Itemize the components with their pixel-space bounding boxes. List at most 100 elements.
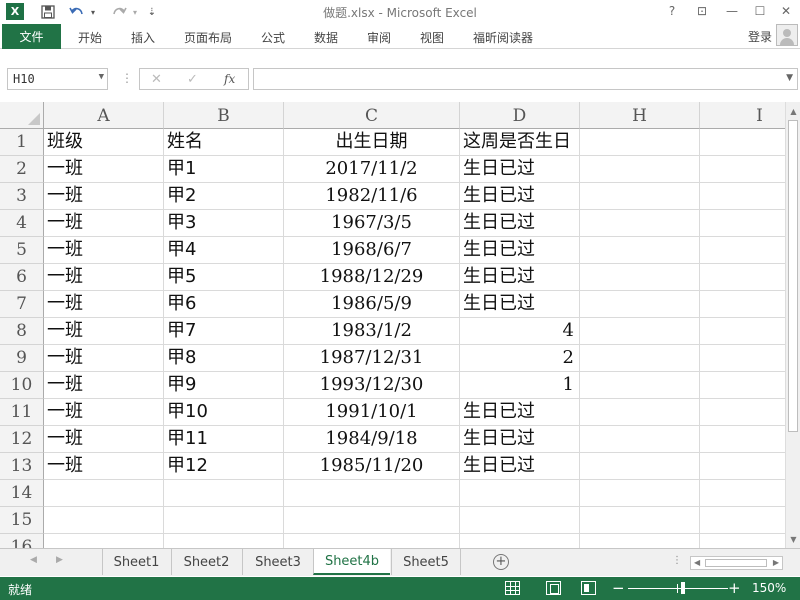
- row-header[interactable]: 11: [0, 399, 44, 426]
- row-header[interactable]: 15: [0, 507, 44, 534]
- row-header[interactable]: 13: [0, 453, 44, 480]
- undo-icon[interactable]: [66, 2, 88, 22]
- cell[interactable]: [284, 480, 460, 507]
- redo-icon[interactable]: [108, 2, 130, 22]
- tab-formulas[interactable]: 公式: [261, 29, 285, 46]
- cell[interactable]: 这周是否生日: [460, 129, 580, 156]
- cell[interactable]: 甲11: [164, 426, 284, 453]
- cell[interactable]: [700, 210, 785, 237]
- cell[interactable]: 班级: [44, 129, 164, 156]
- cell[interactable]: [580, 372, 700, 399]
- cell[interactable]: 生日已过: [460, 453, 580, 480]
- enter-icon[interactable]: ✓: [187, 72, 198, 87]
- user-avatar-icon[interactable]: [776, 24, 798, 46]
- cell[interactable]: 1968/6/7: [284, 237, 460, 264]
- cell[interactable]: 甲8: [164, 345, 284, 372]
- sheet-tab-sheet5[interactable]: Sheet5: [391, 549, 461, 575]
- horizontal-scrollbar[interactable]: ◀ ▶: [690, 556, 783, 570]
- row-header[interactable]: 14: [0, 480, 44, 507]
- cell[interactable]: [284, 534, 460, 548]
- excel-logo-icon[interactable]: X: [6, 3, 24, 20]
- cell[interactable]: 1987/12/31: [284, 345, 460, 372]
- tab-review[interactable]: 审阅: [367, 29, 391, 46]
- cell[interactable]: 生日已过: [460, 426, 580, 453]
- cell[interactable]: [580, 291, 700, 318]
- column-header[interactable]: I: [700, 102, 785, 129]
- cell[interactable]: [460, 534, 580, 548]
- row-header[interactable]: 10: [0, 372, 44, 399]
- cell[interactable]: [700, 318, 785, 345]
- cell[interactable]: 生日已过: [460, 237, 580, 264]
- vertical-scroll-thumb[interactable]: [788, 120, 798, 432]
- chevron-down-icon[interactable]: ▼: [99, 72, 104, 82]
- formula-input[interactable]: ▼: [253, 68, 798, 90]
- tab-data[interactable]: 数据: [314, 29, 338, 46]
- row-header[interactable]: 9: [0, 345, 44, 372]
- cell[interactable]: 2017/11/2: [284, 156, 460, 183]
- cell[interactable]: [164, 480, 284, 507]
- cell[interactable]: [44, 534, 164, 548]
- vertical-scrollbar[interactable]: ▲ ▼: [785, 102, 800, 548]
- tab-view[interactable]: 视图: [420, 29, 444, 46]
- cell[interactable]: [164, 507, 284, 534]
- cell[interactable]: [700, 399, 785, 426]
- scroll-right-icon[interactable]: ▶: [773, 558, 779, 567]
- cell[interactable]: [580, 399, 700, 426]
- scroll-left-icon[interactable]: ◀: [694, 558, 700, 567]
- cell[interactable]: [700, 183, 785, 210]
- tab-split-handle-icon[interactable]: ⋮: [672, 555, 682, 566]
- zoom-out-button[interactable]: −: [612, 579, 625, 597]
- expand-formula-bar-icon[interactable]: ▼: [786, 73, 793, 83]
- cell[interactable]: 生日已过: [460, 210, 580, 237]
- cell[interactable]: 一班: [44, 426, 164, 453]
- cell[interactable]: [580, 129, 700, 156]
- add-sheet-button[interactable]: +: [493, 554, 509, 570]
- cell[interactable]: 一班: [44, 399, 164, 426]
- page-layout-view-icon[interactable]: [546, 581, 561, 595]
- cell[interactable]: 一班: [44, 345, 164, 372]
- cell[interactable]: 一班: [44, 372, 164, 399]
- worksheet-grid[interactable]: A B C D H I 1 班级 姓名 出生日期 这周是否生日 2 一班 甲1 2017/11/2 生日已过 3…: [0, 102, 785, 548]
- insert-function-icon[interactable]: fx: [224, 72, 235, 86]
- cell[interactable]: [700, 453, 785, 480]
- cell[interactable]: 一班: [44, 156, 164, 183]
- column-header[interactable]: H: [580, 102, 700, 129]
- cell[interactable]: [580, 426, 700, 453]
- row-header[interactable]: 12: [0, 426, 44, 453]
- next-sheet-icon[interactable]: ▶: [56, 555, 63, 565]
- cell[interactable]: 生日已过: [460, 399, 580, 426]
- cell[interactable]: [700, 372, 785, 399]
- cell[interactable]: [580, 507, 700, 534]
- row-header[interactable]: 16: [0, 534, 44, 548]
- cell[interactable]: 4: [460, 318, 580, 345]
- normal-view-icon[interactable]: [505, 581, 520, 595]
- cell[interactable]: 1983/1/2: [284, 318, 460, 345]
- cell[interactable]: [580, 210, 700, 237]
- cell[interactable]: [164, 534, 284, 548]
- undo-dropdown-icon[interactable]: ▾: [89, 2, 97, 22]
- sheet-tab-sheet1[interactable]: Sheet1: [102, 549, 170, 575]
- cell[interactable]: [580, 237, 700, 264]
- cell[interactable]: 甲12: [164, 453, 284, 480]
- help-button[interactable]: ?: [658, 2, 686, 20]
- cell[interactable]: 一班: [44, 210, 164, 237]
- tab-file[interactable]: 文件: [2, 24, 61, 49]
- sheet-tab-sheet3[interactable]: Sheet3: [242, 549, 313, 575]
- customize-quick-access-icon[interactable]: ⇣: [146, 2, 158, 22]
- zoom-slider-track[interactable]: [628, 588, 728, 589]
- cell[interactable]: [580, 156, 700, 183]
- cell[interactable]: [580, 453, 700, 480]
- cell[interactable]: [700, 129, 785, 156]
- row-header[interactable]: 3: [0, 183, 44, 210]
- sheet-tab-sheet4b[interactable]: Sheet4b: [313, 549, 390, 575]
- cell[interactable]: [460, 480, 580, 507]
- cell[interactable]: 1982/11/6: [284, 183, 460, 210]
- cell[interactable]: 出生日期: [284, 129, 460, 156]
- cell[interactable]: 甲9: [164, 372, 284, 399]
- cell[interactable]: 生日已过: [460, 291, 580, 318]
- cell[interactable]: 甲6: [164, 291, 284, 318]
- cell[interactable]: [580, 264, 700, 291]
- cell[interactable]: [700, 345, 785, 372]
- cell[interactable]: [700, 264, 785, 291]
- cell[interactable]: 一班: [44, 264, 164, 291]
